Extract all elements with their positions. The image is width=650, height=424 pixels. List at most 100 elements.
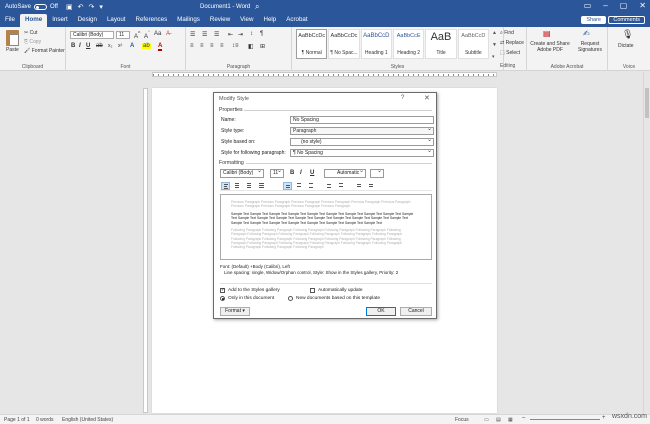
- autosave-toggle[interactable]: [34, 4, 48, 10]
- create-share-pdf-button[interactable]: Create and Share Adobe PDF: [529, 41, 571, 53]
- shrink-font-icon[interactable]: Aˇ: [144, 31, 150, 40]
- sort-icon[interactable]: ↕: [250, 31, 253, 37]
- align-right-icon[interactable]: [245, 182, 254, 190]
- based-on-select[interactable]: (no style): [290, 138, 434, 146]
- highlight-icon[interactable]: ab: [142, 43, 151, 49]
- underline-button[interactable]: U: [310, 170, 314, 176]
- vertical-ruler[interactable]: [143, 88, 148, 413]
- justify-icon[interactable]: [257, 182, 266, 190]
- tab-file[interactable]: File: [0, 14, 20, 27]
- style-heading-2[interactable]: AaBbCcE Heading 2: [392, 29, 425, 59]
- font-size-select[interactable]: 11: [270, 168, 284, 178]
- chevron-up-icon[interactable]: ▲: [492, 30, 498, 36]
- help-icon[interactable]: ?: [401, 95, 404, 101]
- new-documents-radio[interactable]: [288, 296, 293, 301]
- read-mode-icon[interactable]: ▭: [484, 417, 489, 423]
- font-select[interactable]: Calibri (Body): [220, 168, 264, 178]
- create-pdf-icon[interactable]: ▤: [543, 29, 551, 38]
- chevron-down-icon[interactable]: ▼: [492, 42, 498, 48]
- language[interactable]: English (United States): [62, 417, 113, 423]
- save-icon[interactable]: ▣: [66, 3, 73, 11]
- ribbon-display-icon[interactable]: ▭: [584, 1, 592, 10]
- style-no-spacing[interactable]: AaBbCcDc ¶ No Spac...: [328, 29, 360, 59]
- borders-icon[interactable]: ⊞: [260, 43, 265, 50]
- word-count[interactable]: 0 words: [36, 417, 54, 423]
- close-icon[interactable]: ✕: [639, 1, 646, 10]
- autosave[interactable]: AutoSave Off: [5, 4, 58, 10]
- request-signatures-button[interactable]: Request Signatures: [573, 41, 607, 53]
- tab-layout[interactable]: Layout: [102, 14, 131, 27]
- increase-indent-icon[interactable]: [367, 182, 376, 190]
- one-half-spacing-icon[interactable]: [295, 182, 304, 190]
- replace-button[interactable]: ⇄ Replace: [500, 40, 524, 46]
- space-before-icon[interactable]: [325, 182, 334, 190]
- auto-update-label[interactable]: Automatically update: [318, 288, 363, 293]
- styles-scroll[interactable]: ▲ ▼ ▾: [492, 30, 498, 60]
- tab-mailings[interactable]: Mailings: [172, 14, 205, 27]
- new-documents-label[interactable]: New documents based on this template: [296, 296, 380, 301]
- zoom-in-icon[interactable]: +: [602, 415, 606, 421]
- paste-label[interactable]: Paste: [6, 47, 19, 53]
- find-button[interactable]: ⌕ Find: [500, 30, 514, 36]
- scrollbar-thumb[interactable]: [645, 88, 649, 118]
- tab-references[interactable]: References: [131, 14, 173, 27]
- comments-button[interactable]: Comments: [608, 16, 645, 24]
- align-right-icon[interactable]: ≡: [210, 43, 214, 49]
- font-color-icon[interactable]: A: [158, 43, 163, 51]
- italic-button[interactable]: I: [300, 170, 302, 176]
- only-this-document-radio[interactable]: [220, 296, 225, 301]
- cut-button[interactable]: ✂ Cut: [24, 30, 37, 36]
- decrease-indent-icon[interactable]: ⇤: [228, 31, 233, 38]
- increase-indent-icon[interactable]: ⇥: [238, 31, 243, 38]
- font-name-box[interactable]: Calibri (Body): [70, 31, 114, 39]
- superscript-icon[interactable]: x²: [118, 43, 122, 49]
- only-this-document-label[interactable]: Only in this document: [228, 296, 274, 301]
- minimize-icon[interactable]: –: [603, 1, 607, 10]
- share-button[interactable]: Share: [581, 16, 606, 24]
- underline-icon[interactable]: U: [86, 43, 90, 49]
- bullets-icon[interactable]: ☰: [190, 31, 195, 38]
- font-color-select[interactable]: Automatic: [324, 168, 366, 178]
- space-after-icon[interactable]: [337, 182, 346, 190]
- horizontal-ruler[interactable]: [152, 72, 497, 77]
- single-spacing-icon[interactable]: [283, 182, 292, 190]
- line-spacing-icon[interactable]: ↕≡: [232, 43, 239, 49]
- name-field[interactable]: No Spacing: [290, 116, 434, 124]
- font-size-box[interactable]: 11: [116, 31, 130, 39]
- multilevel-list-icon[interactable]: ☰: [214, 31, 219, 38]
- add-to-gallery-checkbox[interactable]: [220, 287, 225, 293]
- tab-view[interactable]: View: [235, 14, 258, 27]
- clear-formatting-icon[interactable]: A̶: [166, 31, 170, 37]
- focus-button[interactable]: Focus: [455, 417, 469, 423]
- decrease-indent-icon[interactable]: [355, 182, 364, 190]
- maximize-icon[interactable]: ▢: [620, 1, 628, 10]
- redo-icon[interactable]: ↷: [88, 3, 94, 11]
- zoom-out-icon[interactable]: –: [522, 415, 525, 421]
- style-title[interactable]: AaB Title: [425, 29, 457, 59]
- double-spacing-icon[interactable]: [307, 182, 316, 190]
- bold-button[interactable]: B: [290, 170, 294, 176]
- subscript-icon[interactable]: x₂: [108, 43, 112, 49]
- ok-button[interactable]: OK: [366, 307, 396, 316]
- grow-font-icon[interactable]: A^: [134, 31, 140, 40]
- tab-acrobat[interactable]: Acrobat: [281, 14, 312, 27]
- search-icon[interactable]: ⌕: [255, 2, 259, 12]
- tab-insert[interactable]: Insert: [47, 14, 72, 27]
- microphone-icon[interactable]: 🎙: [622, 29, 633, 40]
- tab-design[interactable]: Design: [73, 14, 102, 27]
- strikethrough-icon[interactable]: ab: [96, 43, 103, 49]
- cancel-button[interactable]: Cancel: [400, 307, 432, 316]
- following-style-select[interactable]: ¶ No Spacing: [290, 149, 434, 157]
- bold-icon[interactable]: B: [71, 43, 75, 49]
- request-signatures-icon[interactable]: ✍: [583, 29, 590, 38]
- more-styles-icon[interactable]: ▾: [492, 54, 498, 60]
- italic-icon[interactable]: I: [79, 43, 81, 49]
- style-subtitle[interactable]: AaBbCcD Subtitle: [457, 29, 489, 59]
- print-layout-icon[interactable]: ▤: [496, 417, 501, 423]
- auto-update-checkbox[interactable]: [310, 288, 315, 293]
- show-marks-icon[interactable]: ¶: [260, 31, 263, 37]
- add-to-gallery-label[interactable]: Add to the Styles gallery: [228, 288, 280, 293]
- dictate-button[interactable]: Dictate: [618, 43, 634, 49]
- script-select[interactable]: [370, 168, 384, 178]
- paste-icon[interactable]: [6, 30, 19, 46]
